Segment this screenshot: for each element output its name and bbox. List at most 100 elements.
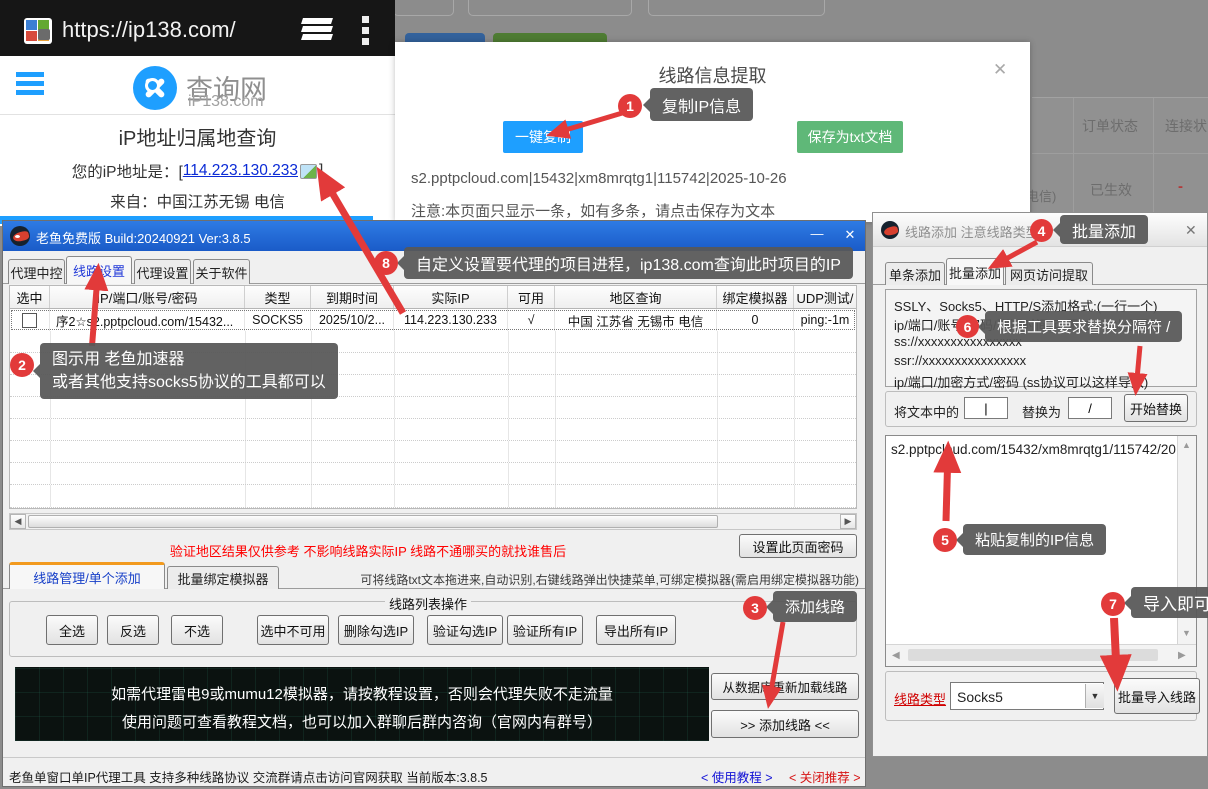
- table-empty-row: [10, 419, 856, 441]
- menu-kebab-icon[interactable]: [362, 16, 370, 46]
- dialog-note: 注意:本页面只显示一条，如有多条，请点击保存为文本: [411, 200, 775, 221]
- col-header-selected[interactable]: 选中: [10, 286, 50, 308]
- col-header-ip[interactable]: IP/端口/账号/密码: [50, 286, 245, 308]
- col-header-realip[interactable]: 实际IP: [394, 286, 508, 308]
- ip-origin-line: 来自：中国江苏无锡 电信: [0, 190, 395, 212]
- close-recommend-link[interactable]: < 关闭推荐 >: [789, 767, 861, 786]
- page-title: iP地址归属地查询: [0, 122, 395, 151]
- row-checkbox[interactable]: [22, 313, 37, 328]
- bg-input-box: [468, 0, 632, 16]
- cell-usable: √: [508, 309, 555, 331]
- reload-from-db-button[interactable]: 从数据库重新加载线路: [711, 673, 859, 700]
- scroll-down-icon[interactable]: ▼: [1182, 628, 1191, 638]
- save-txt-button[interactable]: 保存为txt文档: [797, 121, 903, 153]
- import-groupbox: 线路类型 Socks5 ▼ 批量导入线路: [885, 671, 1197, 721]
- tutorial-link[interactable]: < 使用教程 >: [701, 767, 773, 786]
- panel-title: 线路添加 注意线路类型: [905, 222, 1039, 241]
- ip-prefix: 您的iP地址是：[: [72, 160, 183, 182]
- bg-input-box: [648, 0, 825, 16]
- copy-button[interactable]: 一键复制: [503, 121, 583, 153]
- start-replace-button[interactable]: 开始替换: [1124, 394, 1188, 422]
- tab-web-extract[interactable]: 网页访问提取: [1005, 262, 1093, 285]
- tab-line-settings[interactable]: 线路设置: [66, 256, 132, 284]
- lock-icon: [38, 29, 50, 40]
- cell-bind: 0: [717, 309, 794, 331]
- set-page-password-button[interactable]: 设置此页面密码: [739, 534, 857, 558]
- panel-close-icon[interactable]: ✕: [1185, 222, 1197, 239]
- callout-4-number: 4: [1030, 219, 1053, 242]
- tab-single-add[interactable]: 单条添加: [885, 262, 945, 285]
- verify-all-button[interactable]: 验证所有IP: [507, 615, 583, 645]
- add-line-button[interactable]: >> 添加线路 <<: [711, 710, 859, 738]
- list-ops-legend: 线路列表操作: [385, 594, 471, 613]
- subtab-line-manage[interactable]: 线路管理/单个添加: [9, 562, 165, 589]
- batch-import-button[interactable]: 批量导入线路: [1114, 678, 1200, 714]
- table-row[interactable]: 序2☆s2.pptpcloud.com/15432... SOCKS5 2025…: [10, 309, 856, 331]
- callout-1-tooltip: 复制IP信息: [650, 88, 753, 121]
- tab-batch-add[interactable]: 批量添加: [946, 258, 1004, 285]
- tab-about[interactable]: 关于软件: [193, 259, 250, 284]
- col-header-bind[interactable]: 绑定模拟器: [717, 286, 794, 308]
- scroll-left-icon[interactable]: ◀: [892, 650, 900, 661]
- scroll-up-icon[interactable]: ▲: [1182, 440, 1191, 450]
- region-warning-text: 验证地区结果仅供参考 不影响线路实际IP 线路不通哪买的就找谁售后: [3, 541, 733, 560]
- ip-info-text: s2.pptpcloud.com|15432|xm8mrqtg1|115742|…: [411, 170, 787, 187]
- export-all-button[interactable]: 导出所有IP: [596, 615, 676, 645]
- subtab-batch-bind[interactable]: 批量绑定模拟器: [167, 566, 279, 589]
- bg-input-box: [393, 0, 454, 16]
- close-button[interactable]: ✕: [839, 227, 861, 243]
- scroll-left-icon[interactable]: ◀: [10, 514, 26, 529]
- textarea-hscrollbar[interactable]: ◀ ▶: [886, 644, 1196, 666]
- scroll-right-icon[interactable]: ▶: [840, 514, 856, 529]
- line-type-combobox[interactable]: Socks5 ▼: [950, 682, 1104, 710]
- extract-dialog: 线路信息提取 ✕ 一键复制 保存为txt文档 s2.pptpcloud.com|…: [395, 42, 1030, 222]
- verify-checked-button[interactable]: 验证勾选IP: [427, 615, 503, 645]
- col-header-region[interactable]: 地区查询: [555, 286, 717, 308]
- notice-box: 如需代理雷电9或mumu12模拟器，请按教程设置，否则会代理失败不走流量 使用问…: [15, 667, 709, 741]
- bg-cell-status: 已生效: [1090, 180, 1132, 200]
- cell-region: 中国 江苏省 无锡市 电信: [555, 309, 717, 331]
- browser-window: https://ip138.com/ 查询网 iP138.com iP地址归属地…: [0, 0, 395, 226]
- callout-3-number: 3: [743, 596, 767, 620]
- callout-2-number: 2: [10, 353, 34, 377]
- table-empty-row: [10, 463, 856, 485]
- scroll-thumb[interactable]: [28, 515, 718, 528]
- invert-select-button[interactable]: 反选: [107, 615, 159, 645]
- line-type-label: 线路类型: [894, 689, 946, 708]
- tab-proxy-settings[interactable]: 代理设置: [134, 259, 191, 284]
- col-header-usable[interactable]: 可用: [508, 286, 555, 308]
- col-header-expire[interactable]: 到期时间: [311, 286, 394, 308]
- dialog-title: 线路信息提取: [395, 62, 1030, 88]
- delete-checked-button[interactable]: 删除勾选IP: [338, 615, 414, 645]
- replace-to-input[interactable]: [1068, 397, 1112, 419]
- callout-7-number: 7: [1101, 592, 1125, 616]
- select-none-button[interactable]: 不选: [171, 615, 223, 645]
- tabs-icon[interactable]: [300, 18, 334, 42]
- callout-5-number: 5: [933, 528, 957, 552]
- dialog-close-icon[interactable]: ✕: [993, 60, 1007, 80]
- minimize-button[interactable]: —: [803, 226, 831, 241]
- hamburger-icon[interactable]: [16, 72, 44, 94]
- table-empty-row: [10, 441, 856, 463]
- select-unusable-button[interactable]: 选中不可用: [257, 615, 329, 645]
- cell-udp: ping:-1m: [794, 309, 856, 331]
- col-header-type[interactable]: 类型: [245, 286, 311, 308]
- callout-6-tooltip: 根据工具要求替换分隔符 /: [985, 311, 1182, 342]
- bg-col-header-order-status: 订单状态: [1082, 116, 1138, 136]
- main-window: 老鱼免费版 Build:20240921 Ver:3.8.5 — ✕ 代理中控 …: [2, 220, 866, 787]
- ip-line: 您的iP地址是：[114.223.130.233 ]: [0, 160, 395, 182]
- list-ops-groupbox: 线路列表操作 全选 反选 不选 选中不可用 删除勾选IP 验证勾选IP 验证所有…: [9, 601, 857, 657]
- table-hscrollbar[interactable]: ◀ ▶: [9, 513, 857, 530]
- combobox-arrow-icon[interactable]: ▼: [1085, 684, 1104, 708]
- ip-link[interactable]: 114.223.130.233: [183, 162, 298, 180]
- select-all-button[interactable]: 全选: [46, 615, 98, 645]
- scroll-right-icon[interactable]: ▶: [1178, 650, 1186, 661]
- callout-4-tooltip: 批量添加: [1060, 215, 1148, 244]
- replace-from-input[interactable]: [964, 397, 1008, 419]
- col-header-udp[interactable]: UDP测试/: [794, 286, 856, 308]
- table-empty-row: [10, 485, 856, 508]
- cell-type: SOCKS5: [245, 309, 311, 331]
- tab-proxy-control[interactable]: 代理中控: [8, 259, 65, 284]
- url-text[interactable]: https://ip138.com/: [62, 17, 236, 43]
- ip-suffix: ]: [319, 162, 323, 180]
